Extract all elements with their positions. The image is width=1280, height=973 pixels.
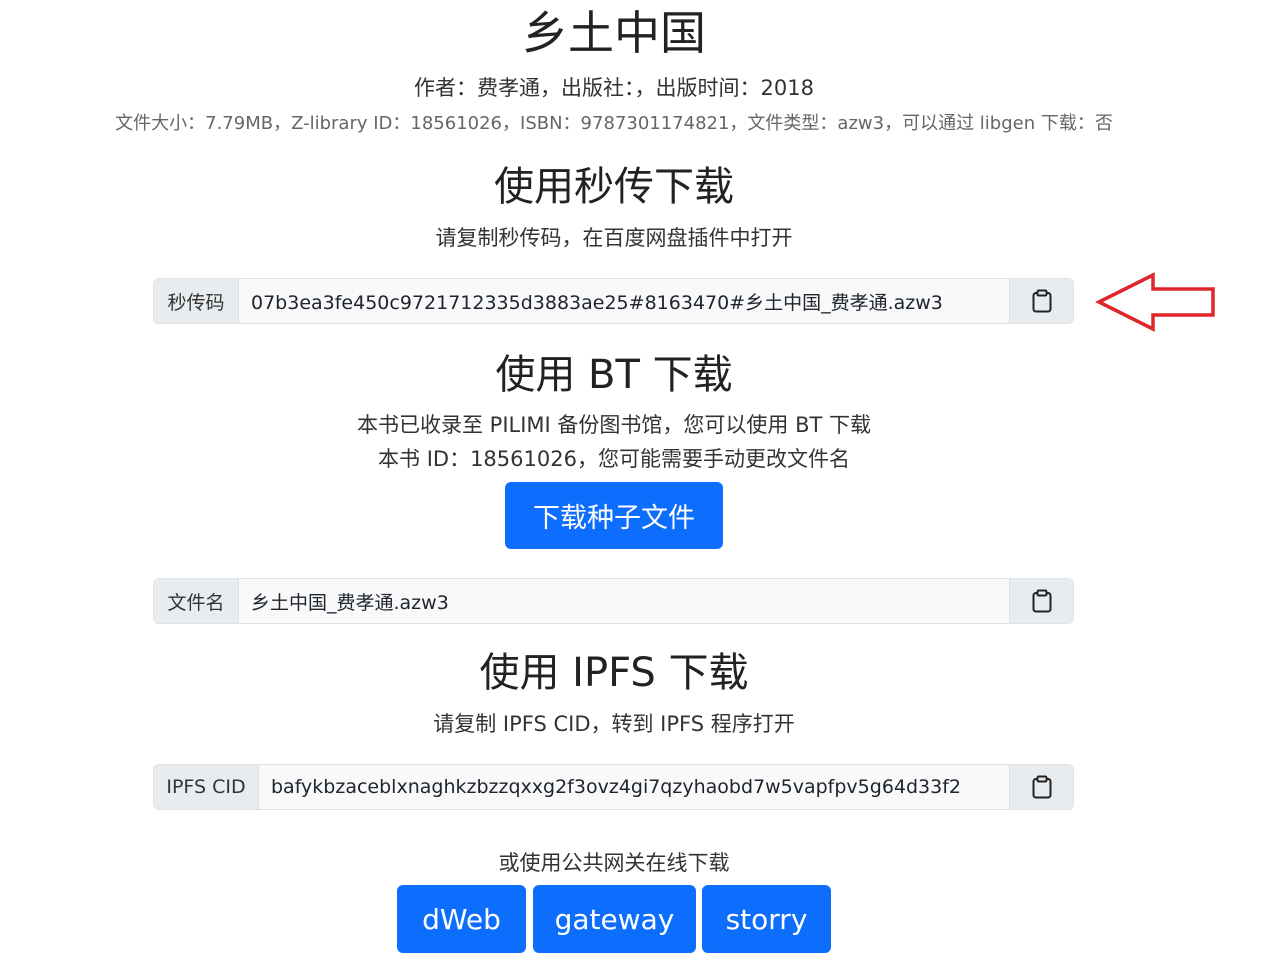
ipfs-download-heading: 使用 IPFS 下载 <box>479 650 749 696</box>
copy-filename-button[interactable] <box>1009 579 1073 623</box>
red-arrow-icon <box>1095 272 1215 332</box>
ipfs-cid-label: IPFS CID <box>154 765 259 809</box>
gateway-storry-button[interactable]: storry <box>702 885 831 953</box>
bt-download-heading: 使用 BT 下载 <box>495 352 733 398</box>
ipfs-cid-group: IPFS CID <box>153 764 1074 810</box>
filename-label: 文件名 <box>154 579 239 623</box>
rapid-code-label: 秒传码 <box>154 279 239 323</box>
book-title: 乡土中国 <box>522 6 706 60</box>
book-metadata: 文件大小：7.79MB，Z-library ID：18561026，ISBN：9… <box>115 113 1113 134</box>
gateway-dweb-button[interactable]: dWeb <box>397 885 526 953</box>
gateway-label: 或使用公共网关在线下载 <box>498 851 730 875</box>
filename-group: 文件名 <box>153 578 1074 624</box>
clipboard-icon <box>1032 289 1051 313</box>
bt-description-line-2: 本书 ID：18561026，您可能需要手动更改文件名 <box>378 447 850 471</box>
bt-description-line-1: 本书已收录至 PILIMI 备份图书馆，您可以使用 BT 下载 <box>357 413 871 437</box>
ipfs-subtitle: 请复制 IPFS CID，转到 IPFS 程序打开 <box>433 712 795 736</box>
filename-input[interactable] <box>239 579 1009 623</box>
rapid-upload-subtitle: 请复制秒传码，在百度网盘插件中打开 <box>435 226 793 250</box>
gateway-gateway-button[interactable]: gateway <box>533 885 696 953</box>
download-torrent-button[interactable]: 下载种子文件 <box>505 482 723 549</box>
rapid-code-group: 秒传码 <box>153 278 1074 324</box>
rapid-code-input[interactable] <box>239 279 1009 323</box>
ipfs-cid-input[interactable] <box>259 765 1009 809</box>
copy-rapid-code-button[interactable] <box>1009 279 1073 323</box>
clipboard-icon <box>1032 775 1051 799</box>
clipboard-icon <box>1032 589 1051 613</box>
rapid-upload-heading: 使用秒传下载 <box>494 164 734 210</box>
book-byline: 作者：费孝通，出版社：，出版时间：2018 <box>414 76 814 100</box>
copy-ipfs-cid-button[interactable] <box>1009 765 1073 809</box>
